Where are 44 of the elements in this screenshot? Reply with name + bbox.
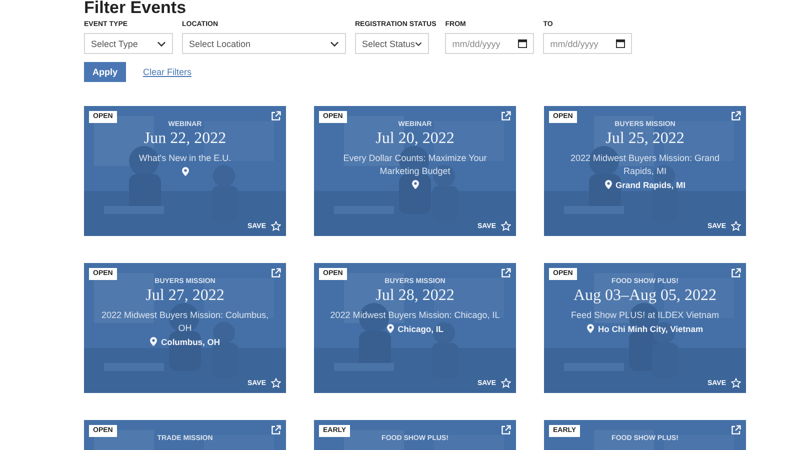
map-pin-icon bbox=[386, 324, 394, 334]
event-date: Jul 27, 2022 bbox=[146, 287, 224, 305]
select-field[interactable]: Select Location bbox=[182, 33, 346, 54]
event-date: Jul 28, 2022 bbox=[376, 287, 454, 305]
date-field[interactable]: mm/dd/yyyy bbox=[445, 33, 534, 54]
external-link-icon[interactable] bbox=[271, 425, 281, 435]
external-link-icon[interactable] bbox=[501, 111, 511, 121]
external-link-icon[interactable] bbox=[271, 111, 281, 121]
event-date: Jul 25, 2022 bbox=[606, 130, 684, 148]
map-pin-icon bbox=[604, 180, 612, 190]
external-link-icon[interactable] bbox=[731, 425, 741, 435]
map-pin-icon bbox=[150, 337, 157, 347]
event-date: Jun 22, 2022 bbox=[144, 130, 226, 148]
event-date: Aug 03–Aug 05, 2022 bbox=[573, 287, 717, 305]
external-link-icon[interactable] bbox=[271, 268, 281, 278]
apply-button[interactable]: Apply bbox=[84, 62, 126, 82]
map-pin-icon bbox=[587, 324, 594, 334]
chevron-down-icon bbox=[330, 40, 339, 46]
clear-filters-link[interactable]: Clear Filters bbox=[143, 67, 192, 77]
location-text: Grand Rapids, MI bbox=[616, 180, 686, 190]
select-field[interactable]: Select Type bbox=[84, 33, 173, 54]
event-name: 2022 Midwest Buyers Mission: Grand Rapids, MI bbox=[569, 152, 721, 178]
calendar-icon bbox=[616, 39, 626, 48]
page-title: Filter Events bbox=[84, 0, 188, 18]
event-date: Jul 20, 2022 bbox=[376, 130, 454, 148]
event-name: 2022 Midwest Buyers Mission: Columbus, OH bbox=[100, 309, 270, 335]
map-pin-icon bbox=[182, 167, 188, 176]
map-pin-icon bbox=[412, 180, 418, 190]
event-name: Every Dollar Counts: Maximize Your Marketing Budget bbox=[342, 152, 488, 178]
calendar-icon bbox=[518, 39, 528, 48]
external-link-icon[interactable] bbox=[501, 425, 511, 435]
location-text: Chicago, IL bbox=[398, 324, 444, 334]
chevron-down-icon bbox=[157, 40, 166, 46]
chevron-down-icon bbox=[415, 40, 422, 46]
date-field[interactable]: mm/dd/yyyy bbox=[543, 33, 632, 54]
event-name: 2022 Midwest Buyers Mission: Chicago, IL bbox=[330, 309, 500, 322]
event-name: Feed Show PLUS! at ILDEX Vietnam bbox=[571, 309, 719, 322]
event-name: What's New in the E.U. bbox=[138, 152, 232, 165]
external-link-icon[interactable] bbox=[731, 268, 741, 278]
location-text: Ho Chi Minh City, Vietnam bbox=[598, 324, 703, 334]
external-link-icon[interactable] bbox=[501, 268, 511, 278]
location-text: Columbus, OH bbox=[160, 337, 220, 347]
select-field[interactable]: Select Status bbox=[355, 33, 429, 54]
external-link-icon[interactable] bbox=[731, 111, 741, 121]
